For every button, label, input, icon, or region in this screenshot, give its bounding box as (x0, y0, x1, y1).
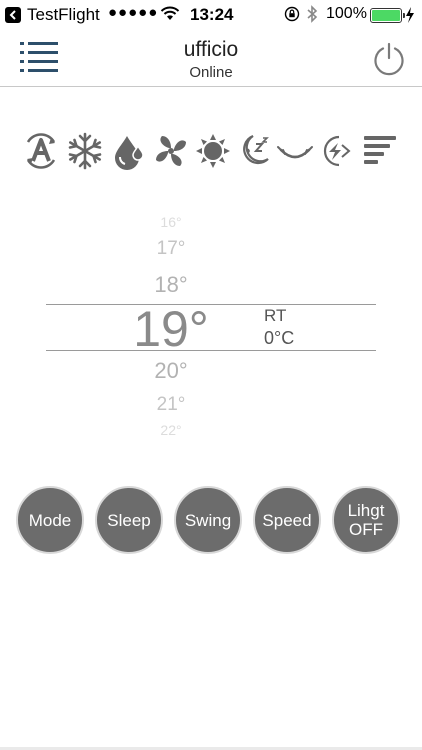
heat-mode-icon[interactable] (194, 132, 232, 170)
picker-option-16[interactable]: 16° (6, 214, 336, 230)
status-bar: TestFlight ●●●●● 13:24 100% (0, 0, 422, 30)
mode-button[interactable]: Mode (16, 486, 84, 554)
sleep-button-label: Sleep (107, 510, 151, 530)
mode-icons-row (22, 132, 402, 172)
fan-mode-icon[interactable] (152, 132, 190, 170)
light-button[interactable]: Lihgt OFF (332, 486, 400, 554)
orientation-lock-icon (284, 6, 300, 22)
carrier-label[interactable]: TestFlight (27, 5, 100, 25)
power-icon[interactable] (372, 42, 406, 76)
clock: 13:24 (190, 5, 234, 24)
picker-divider-bottom (46, 350, 376, 351)
room-temp-label: RT (264, 306, 287, 325)
room-temp-value: 0°C (264, 328, 295, 348)
swing-button[interactable]: Swing (174, 486, 242, 554)
auto-mode-icon[interactable] (22, 132, 60, 170)
device-status: Online (189, 64, 233, 81)
wifi-icon (160, 6, 180, 20)
battery-icon (370, 8, 405, 23)
fan-speed-icon[interactable] (362, 132, 400, 170)
swing-button-label: Swing (184, 510, 232, 530)
cool-mode-icon[interactable] (66, 132, 104, 170)
speed-button-label: Speed (262, 510, 312, 530)
sleep-mode-icon[interactable] (236, 132, 274, 170)
mode-button-label: Mode (28, 510, 72, 530)
temperature-picker[interactable]: 16° 17° 18° 19° RT 0°C 20° 21° 22° (46, 210, 376, 445)
sleep-button[interactable]: Sleep (95, 486, 163, 554)
picker-option-21[interactable]: 21° (6, 394, 336, 416)
control-buttons-row: Mode Sleep Swing Speed Lihgt OFF (16, 486, 406, 554)
header-bar: ufficio Online (0, 30, 422, 87)
light-button-label: Lihgt (347, 501, 385, 520)
light-button-state: OFF (349, 520, 383, 539)
charging-bolt-icon (406, 7, 414, 23)
turbo-mode-icon[interactable] (318, 132, 356, 170)
picker-option-22[interactable]: 22° (6, 422, 336, 438)
dry-mode-icon[interactable] (110, 132, 148, 170)
picker-option-20[interactable]: 20° (6, 358, 336, 384)
eco-mode-icon[interactable] (276, 132, 314, 170)
picker-option-17[interactable]: 17° (6, 238, 336, 260)
bluetooth-icon (307, 5, 318, 23)
back-icon[interactable] (5, 7, 21, 23)
battery-percent: 100% (326, 5, 367, 22)
picker-option-18[interactable]: 18° (6, 272, 336, 298)
speed-button[interactable]: Speed (253, 486, 321, 554)
signal-strength: ●●●●● (108, 4, 159, 21)
device-title: ufficio (183, 38, 239, 61)
